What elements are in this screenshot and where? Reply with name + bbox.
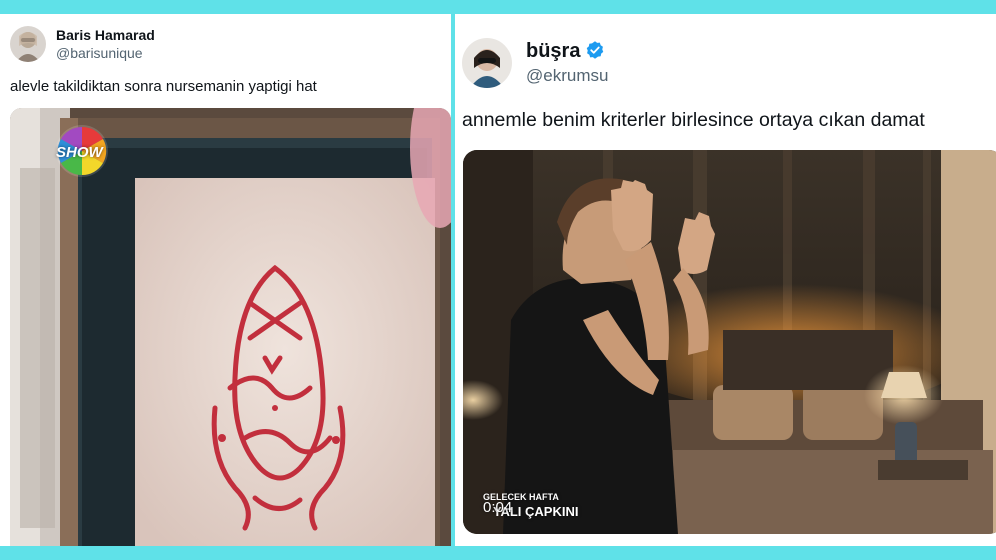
handle[interactable]: @ekrumsu: [526, 66, 608, 86]
handle[interactable]: @barisunique: [56, 45, 143, 61]
avatar[interactable]: [462, 38, 512, 88]
tweet-card-left[interactable]: Baris Hamarad @barisunique alevle takild…: [0, 14, 451, 546]
display-name[interactable]: büşra: [526, 40, 605, 66]
avatar[interactable]: [10, 26, 46, 62]
channel-logo-text: SHOW: [56, 144, 103, 161]
tweet-text: alevle takildiktan sonra nursemanin yapt…: [10, 78, 317, 95]
tweet-photo[interactable]: SHOW: [10, 108, 451, 546]
display-name-text: büşra: [526, 40, 581, 62]
video-timestamp: 0:04: [483, 499, 513, 516]
tweet-card-right[interactable]: büşra @ekrumsu annemle benim kriterler b…: [455, 14, 996, 546]
tweet-video[interactable]: GELECEK HAFTA YALI ÇAPKINI 0:04: [463, 150, 996, 534]
tweet-text: annemle benim kriterler birlesince ortay…: [462, 109, 925, 131]
verified-badge-icon: [585, 40, 605, 66]
display-name[interactable]: Baris Hamarad: [56, 27, 155, 43]
